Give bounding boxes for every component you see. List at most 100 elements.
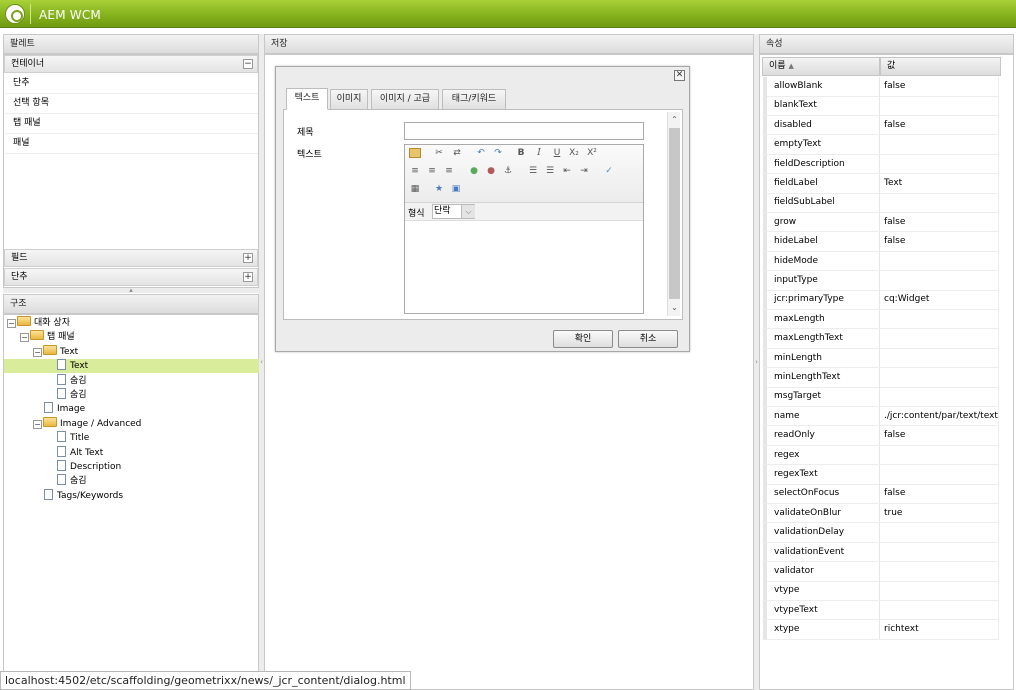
value-column-header[interactable]: 값	[880, 57, 1001, 76]
tree-node[interactable]: 숨김	[46, 474, 87, 488]
buttons-group-header[interactable]: 단추 +	[4, 268, 258, 286]
unlink-icon[interactable]: ●	[485, 166, 497, 176]
property-row[interactable]: grow false	[763, 212, 999, 233]
property-row[interactable]: msgTarget	[763, 387, 999, 407]
property-value[interactable]	[880, 96, 999, 115]
italic-icon[interactable]: I	[533, 148, 545, 158]
property-row[interactable]: regexText	[763, 465, 999, 485]
align-right-icon[interactable]: ≡	[443, 166, 455, 176]
property-row[interactable]: validateOnBlur true	[763, 503, 999, 524]
tree-node[interactable]: Text	[4, 359, 259, 374]
palette-item[interactable]: 선택 항목	[5, 94, 258, 114]
bold-icon[interactable]: B	[515, 148, 527, 158]
expand-icon[interactable]: +	[243, 272, 253, 282]
property-value[interactable]	[880, 368, 999, 387]
property-value[interactable]	[880, 387, 999, 406]
collapse-toggle-icon[interactable]: −	[33, 419, 42, 429]
property-row[interactable]: inputType	[763, 271, 999, 291]
tab-tags-keywords[interactable]: 태그/키워드	[442, 89, 506, 110]
aem-logo-icon[interactable]	[5, 4, 25, 24]
title-input[interactable]	[404, 122, 644, 140]
name-column-header[interactable]: 이름 ▲	[762, 57, 880, 76]
property-value[interactable]: false	[880, 484, 999, 503]
property-value[interactable]: true	[880, 503, 999, 523]
tree-node[interactable]: − Text	[33, 344, 78, 359]
property-row[interactable]: xtype richtext	[763, 620, 999, 640]
property-row[interactable]: jcr:primaryType cq:Widget	[763, 290, 999, 310]
property-value[interactable]	[880, 329, 999, 348]
property-row[interactable]: hideLabel false	[763, 232, 999, 252]
property-row[interactable]: blankText	[763, 96, 999, 116]
property-value[interactable]: false	[880, 232, 999, 251]
property-row[interactable]: maxLength	[763, 309, 999, 330]
property-value[interactable]	[880, 348, 999, 368]
property-row[interactable]: validationEvent	[763, 542, 999, 563]
property-row[interactable]: vtypeText	[763, 600, 999, 621]
property-value[interactable]	[880, 600, 999, 620]
property-value[interactable]: ./jcr:content/par/text/text	[880, 406, 999, 426]
property-row[interactable]: fieldLabel Text	[763, 174, 999, 194]
spellcheck-icon[interactable]: ✓	[603, 166, 615, 176]
container-group-header[interactable]: 컨테이너 −	[4, 55, 258, 73]
property-value[interactable]	[880, 562, 999, 581]
property-row[interactable]: emptyText	[763, 135, 999, 155]
property-row[interactable]: allowBlank false	[763, 77, 999, 97]
rich-text-editor[interactable]: ✂ ⇄ ↶ ↷ B I U X₂ X² ≡ ≡ ≡ ● ● ⚓ ☰ ☰ ⇤ ⇥ …	[404, 144, 644, 314]
property-value[interactable]: false	[880, 115, 999, 135]
cancel-button[interactable]: 취소	[618, 330, 678, 348]
redo-icon[interactable]: ↷	[492, 148, 504, 158]
tree-node[interactable]: 숨김	[46, 373, 87, 388]
indent-icon[interactable]: ⇥	[578, 166, 590, 176]
tree-node[interactable]: Image	[33, 402, 85, 416]
underline-icon[interactable]: U	[551, 148, 563, 158]
property-row[interactable]: name ./jcr:content/par/text/text	[763, 406, 999, 427]
palette-item[interactable]: 단추	[5, 74, 258, 94]
property-value[interactable]: cq:Widget	[880, 290, 999, 309]
property-value[interactable]	[880, 445, 999, 465]
property-value[interactable]: richtext	[880, 620, 999, 639]
undo-icon[interactable]: ↶	[475, 148, 487, 158]
property-row[interactable]: validator	[763, 562, 999, 582]
property-value[interactable]	[880, 271, 999, 290]
property-row[interactable]: vtype	[763, 581, 999, 601]
chevron-down-icon[interactable]: ⌵	[461, 205, 475, 218]
close-icon[interactable]: ✕	[674, 70, 685, 81]
source-edit-icon[interactable]: ▣	[450, 184, 462, 194]
property-value[interactable]: false	[880, 426, 999, 445]
fields-group-header[interactable]: 필드 +	[4, 249, 258, 267]
property-value[interactable]	[880, 135, 999, 154]
property-value[interactable]	[880, 251, 999, 271]
scroll-down-icon[interactable]: ⌄	[668, 302, 681, 314]
property-row[interactable]: validationDelay	[763, 523, 999, 543]
tab-image-advanced[interactable]: 이미지 / 고급	[371, 89, 439, 110]
property-value[interactable]	[880, 465, 999, 484]
align-left-icon[interactable]: ≡	[409, 166, 421, 176]
property-row[interactable]: minLength	[763, 348, 999, 369]
property-value[interactable]: false	[880, 212, 999, 232]
property-value[interactable]: Text	[880, 174, 999, 193]
collapse-icon[interactable]: −	[243, 59, 253, 69]
property-row[interactable]: disabled false	[763, 115, 999, 136]
table-icon[interactable]: ▦	[409, 184, 421, 194]
collapse-toggle-icon[interactable]: −	[33, 347, 42, 357]
property-row[interactable]: readOnly false	[763, 426, 999, 446]
outdent-icon[interactable]: ⇤	[561, 166, 573, 176]
superscript-icon[interactable]: X²	[586, 148, 598, 158]
tree-node[interactable]: Title	[46, 431, 89, 445]
anchor-icon[interactable]: ⚓	[502, 166, 514, 176]
align-center-icon[interactable]: ≡	[426, 166, 438, 176]
palette-item[interactable]: 탭 패널	[5, 114, 258, 134]
collapse-toggle-icon[interactable]: −	[20, 333, 29, 343]
link-icon[interactable]: ●	[468, 166, 480, 176]
numbered-list-icon[interactable]: ☰	[544, 166, 556, 176]
scroll-thumb[interactable]	[669, 128, 680, 299]
find-icon[interactable]: ✂	[433, 148, 445, 158]
special-chars-icon[interactable]: ★	[433, 184, 445, 194]
property-row[interactable]: fieldSubLabel	[763, 193, 999, 213]
ok-button[interactable]: 확인	[553, 330, 613, 348]
collapse-toggle-icon[interactable]: −	[7, 319, 16, 328]
property-value[interactable]	[880, 193, 999, 212]
bulleted-list-icon[interactable]: ☰	[527, 166, 539, 176]
property-value[interactable]	[880, 542, 999, 562]
scroll-up-icon[interactable]: ⌃	[668, 114, 681, 126]
